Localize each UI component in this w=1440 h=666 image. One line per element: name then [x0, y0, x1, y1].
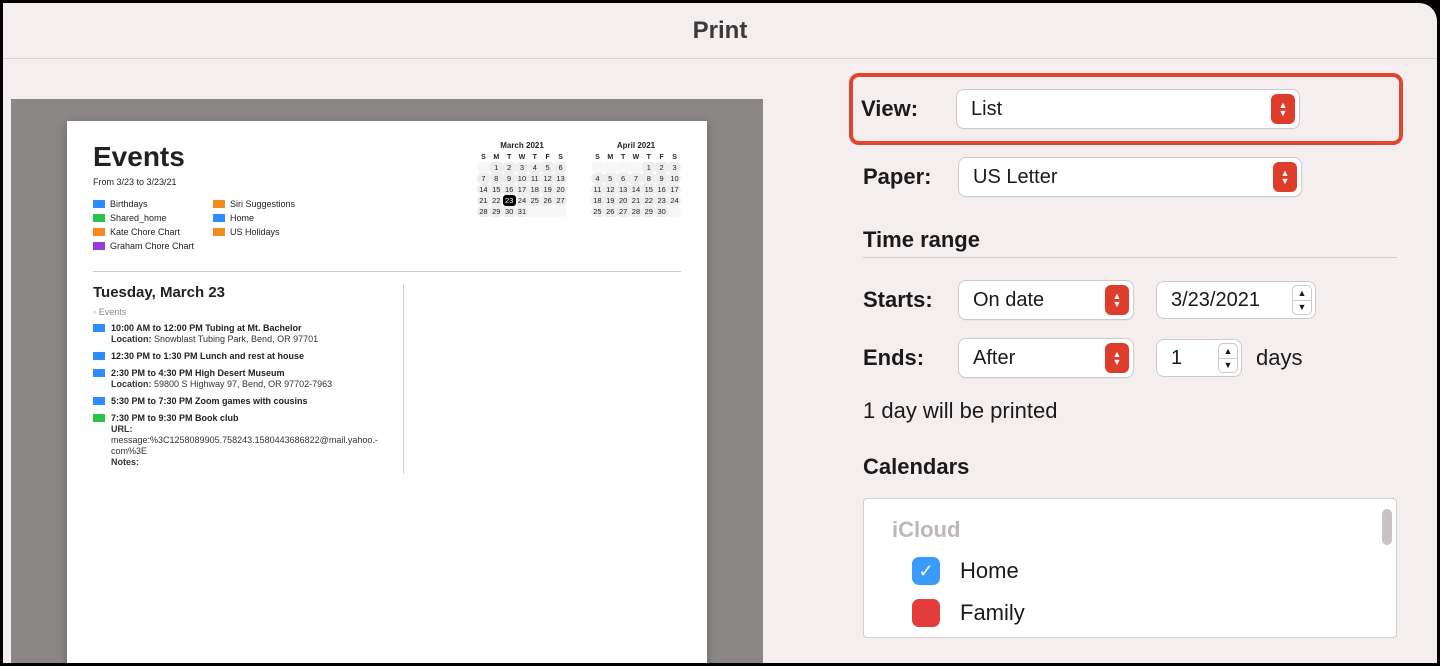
chevron-updown-icon: ▲▼: [1273, 162, 1297, 192]
ends-mode-select[interactable]: After ▲▼: [958, 338, 1134, 378]
ends-label: Ends:: [863, 345, 958, 371]
paper-select[interactable]: US Letter ▲▼: [958, 157, 1302, 197]
starts-mode-select[interactable]: On date ▲▼: [958, 280, 1134, 320]
event-text: 12:30 PM to 1:30 PM Lunch and rest at ho…: [111, 351, 304, 362]
legend-item: Kate Chore Chart: [93, 225, 213, 239]
event-item: 2:30 PM to 4:30 PM High Desert MuseumLoc…: [93, 368, 393, 390]
dialog-content: Events From 3/23 to 3/23/21 March 2021SM…: [3, 59, 1437, 663]
mini-calendars: March 2021SMTWTFS12345678910111213141516…: [477, 141, 681, 217]
paper-select-value: US Letter: [973, 166, 1057, 189]
color-swatch: [213, 214, 225, 222]
mini-calendar-title: April 2021: [591, 141, 681, 150]
starts-date-value: 3/23/2021: [1171, 289, 1260, 312]
calendar-legend: BirthdaysShared_homeKate Chore ChartGrah…: [93, 197, 333, 253]
stepper-buttons[interactable]: ▲▼: [1218, 343, 1238, 373]
view-label: View:: [861, 96, 956, 122]
print-options: View: List ▲▼ Paper: US Letter ▲▼ Time r…: [803, 59, 1437, 663]
calendar-name: Home: [960, 558, 1019, 584]
event-color-bar: [93, 414, 105, 422]
calendar-name: Family: [960, 600, 1025, 626]
time-range-heading: Time range: [863, 227, 1397, 258]
starts-date-stepper[interactable]: 3/23/2021 ▲▼: [1156, 281, 1316, 319]
event-item: 12:30 PM to 1:30 PM Lunch and rest at ho…: [93, 351, 393, 362]
event-text: 10:00 AM to 12:00 PM Tubing at Mt. Bache…: [111, 323, 318, 345]
calendars-heading: Calendars: [863, 454, 1397, 484]
event-item: 10:00 AM to 12:00 PM Tubing at Mt. Bache…: [93, 323, 393, 345]
calendar-group-label: iCloud: [892, 517, 1376, 543]
color-swatch: [213, 228, 225, 236]
mini-calendar: April 2021SMTWTFS12345678910111213141516…: [591, 141, 681, 217]
event-text: 7:30 PM to 9:30 PM Book clubURL: message…: [111, 413, 393, 468]
view-select-value: List: [971, 98, 1002, 121]
color-swatch: [93, 200, 105, 208]
color-swatch: [213, 200, 225, 208]
event-color-bar: [93, 324, 105, 332]
ends-count-stepper[interactable]: 1 ▲▼: [1156, 339, 1242, 377]
scrollbar-thumb[interactable]: [1382, 509, 1392, 545]
legend-item: Home: [213, 211, 333, 225]
legend-label: Siri Suggestions: [230, 197, 295, 211]
color-swatch: [93, 214, 105, 222]
legend-label: Home: [230, 211, 254, 225]
starts-label: Starts:: [863, 287, 958, 313]
legend-label: Kate Chore Chart: [110, 225, 180, 239]
event-text: 5:30 PM to 7:30 PM Zoom games with cousi…: [111, 396, 308, 407]
calendars-list[interactable]: iCloud ✓ Home Family: [863, 498, 1397, 638]
preview-page: Events From 3/23 to 3/23/21 March 2021SM…: [67, 121, 707, 663]
chevron-down-icon[interactable]: ▼: [1292, 300, 1312, 316]
view-select[interactable]: List ▲▼: [956, 89, 1300, 129]
legend-label: Birthdays: [110, 197, 148, 211]
chevron-down-icon[interactable]: ▼: [1218, 358, 1238, 374]
event-item: 5:30 PM to 7:30 PM Zoom games with cousi…: [93, 396, 393, 407]
event-text: 2:30 PM to 4:30 PM High Desert MuseumLoc…: [111, 368, 332, 390]
chevron-up-icon[interactable]: ▲: [1218, 343, 1238, 358]
legend-label: Graham Chore Chart: [110, 239, 194, 253]
paper-label: Paper:: [863, 164, 958, 190]
legend-label: US Holidays: [230, 225, 280, 239]
events-subheading: ◦ Events: [93, 307, 393, 317]
mini-calendar-title: March 2021: [477, 141, 567, 150]
starts-mode-value: On date: [973, 289, 1044, 312]
event-color-bar: [93, 352, 105, 360]
legend-item: US Holidays: [213, 225, 333, 239]
event-item: 7:30 PM to 9:30 PM Book clubURL: message…: [93, 413, 393, 468]
view-row-highlight: View: List ▲▼: [849, 73, 1403, 145]
calendar-checkbox[interactable]: ✓: [912, 557, 940, 585]
calendar-checkbox[interactable]: [912, 599, 940, 627]
stepper-buttons[interactable]: ▲▼: [1292, 285, 1312, 315]
legend-label: Shared_home: [110, 211, 167, 225]
chevron-updown-icon: ▲▼: [1105, 285, 1129, 315]
calendar-item[interactable]: Family: [912, 599, 1376, 627]
ends-unit: days: [1256, 345, 1302, 371]
print-summary: 1 day will be printed: [863, 398, 1397, 424]
preview-frame: Events From 3/23 to 3/23/21 March 2021SM…: [11, 99, 763, 663]
legend-item: Shared_home: [93, 211, 213, 225]
event-color-bar: [93, 397, 105, 405]
chevron-updown-icon: ▲▼: [1105, 343, 1129, 373]
event-color-bar: [93, 369, 105, 377]
color-swatch: [93, 242, 105, 250]
day-heading: Tuesday, March 23: [93, 284, 393, 301]
color-swatch: [93, 228, 105, 236]
window-title: Print: [3, 3, 1437, 59]
legend-item: Birthdays: [93, 197, 213, 211]
print-preview-pane: Events From 3/23 to 3/23/21 March 2021SM…: [3, 59, 803, 663]
calendar-item[interactable]: ✓ Home: [912, 557, 1376, 585]
events-area: Tuesday, March 23 ◦ Events 10:00 AM to 1…: [93, 271, 681, 474]
ends-mode-value: After: [973, 347, 1015, 370]
ends-count-value: 1: [1171, 347, 1182, 370]
print-dialog: Print Events From 3/23 to 3/23/21 March …: [3, 3, 1437, 663]
chevron-updown-icon: ▲▼: [1271, 94, 1295, 124]
mini-calendar: March 2021SMTWTFS12345678910111213141516…: [477, 141, 567, 217]
legend-item: Graham Chore Chart: [93, 239, 213, 253]
events-column: Tuesday, March 23 ◦ Events 10:00 AM to 1…: [93, 284, 404, 474]
chevron-up-icon[interactable]: ▲: [1292, 285, 1312, 300]
legend-item: Siri Suggestions: [213, 197, 333, 211]
